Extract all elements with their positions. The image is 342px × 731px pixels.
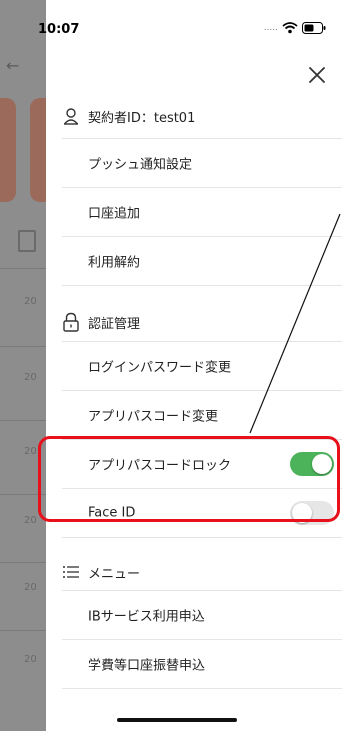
- status-time: 10:07: [38, 22, 80, 37]
- wifi-icon: [282, 22, 298, 34]
- signal-dots: .....: [263, 23, 278, 33]
- home-indicator: [117, 718, 237, 722]
- status-icons: .....: [264, 22, 326, 34]
- status-bar: 10:07 .....: [0, 0, 342, 44]
- battery-icon: [302, 22, 326, 34]
- annotation-pointer-line: [249, 213, 341, 434]
- annotation-highlight-box: [38, 436, 340, 522]
